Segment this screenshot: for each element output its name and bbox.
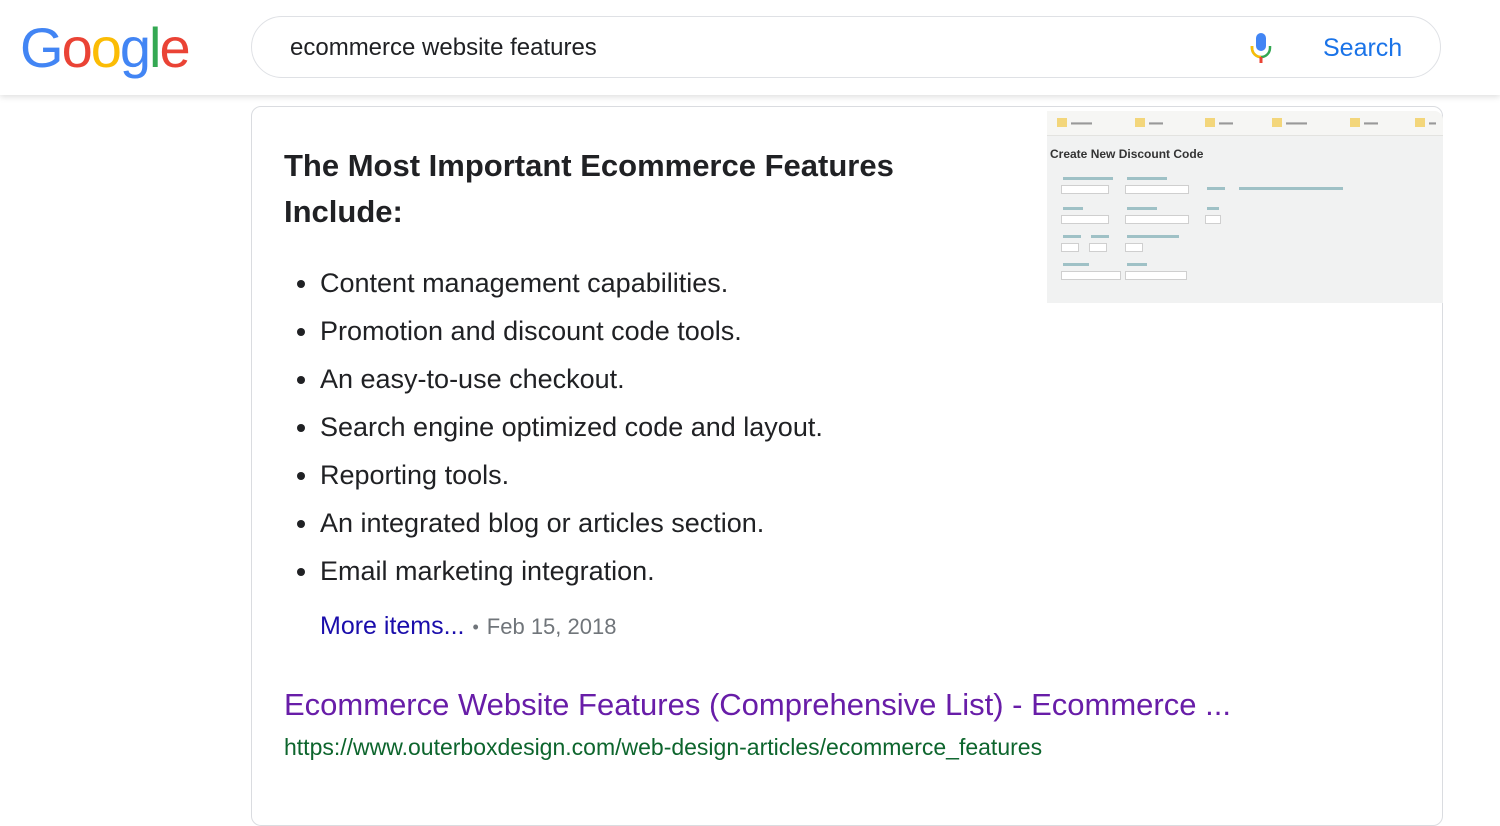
logo-letter: o xyxy=(90,16,122,79)
thumbnail-field xyxy=(1061,185,1109,194)
search-header: Google Search xyxy=(0,0,1500,95)
thumbnail-label xyxy=(1063,235,1081,238)
separator-dot: • xyxy=(472,616,479,637)
thumbnail-field xyxy=(1125,215,1189,224)
thumbnail-field xyxy=(1125,243,1143,252)
thumbnail-label xyxy=(1207,207,1219,210)
thumbnail-nav-tab: ▬▬▬ xyxy=(1272,118,1307,127)
search-box: Search xyxy=(251,16,1441,78)
search-input[interactable] xyxy=(290,34,1190,62)
thumbnail-nav-tab: ▬▬▬ xyxy=(1057,118,1092,127)
logo-letter: o xyxy=(61,16,93,79)
list-item: Content management capabilities. xyxy=(320,259,980,307)
snippet-title: The Most Important Ecommerce Features In… xyxy=(284,148,894,229)
list-item: An integrated blog or articles section. xyxy=(320,499,980,547)
list-item: An easy-to-use checkout. xyxy=(320,355,980,403)
list-item: Search engine optimized code and layout. xyxy=(320,403,980,451)
thumbnail-heading: Create New Discount Code xyxy=(1050,147,1204,161)
thumbnail-nav-tab: ▬ xyxy=(1415,118,1436,127)
thumbnail-label xyxy=(1127,207,1157,210)
publish-date: Feb 15, 2018 xyxy=(486,614,617,639)
thumbnail-label xyxy=(1063,263,1089,266)
result-url: https://www.outerboxdesign.com/web-desig… xyxy=(284,734,1043,760)
thumbnail-label xyxy=(1063,177,1113,180)
list-item: Email marketing integration. xyxy=(320,547,980,595)
snippet-thumbnail[interactable]: ▬▬▬ ▬▬ ▬▬ ▬▬▬ ▬▬ ▬ Create New Discount C… xyxy=(1047,111,1443,303)
google-logo[interactable]: Google xyxy=(20,16,191,80)
thumbnail-field xyxy=(1205,215,1221,224)
featured-snippet-card: The Most Important Ecommerce Features In… xyxy=(251,106,1443,826)
thumbnail-nav-tab: ▬▬ xyxy=(1350,118,1378,127)
thumbnail-label xyxy=(1239,187,1343,190)
search-button[interactable]: Search xyxy=(1323,34,1402,63)
list-item: Reporting tools. xyxy=(320,451,980,499)
thumbnail-nav-tab: ▬▬ xyxy=(1205,118,1233,127)
thumbnail-label xyxy=(1063,207,1083,210)
thumbnail-nav-bar: ▬▬▬ ▬▬ ▬▬ ▬▬▬ ▬▬ ▬ xyxy=(1047,111,1443,136)
thumbnail-field xyxy=(1125,271,1187,280)
logo-letter: g xyxy=(119,16,151,79)
more-items-row: More items... • Feb 15, 2018 xyxy=(320,612,616,641)
thumbnail-label xyxy=(1127,263,1147,266)
logo-letter: e xyxy=(159,16,190,79)
thumbnail-label xyxy=(1127,177,1167,180)
feature-list: Content management capabilities. Promoti… xyxy=(300,259,980,595)
thumbnail-field xyxy=(1061,215,1109,224)
logo-letter: G xyxy=(20,16,64,79)
thumbnail-field xyxy=(1125,185,1189,194)
thumbnail-field xyxy=(1061,271,1121,280)
logo-letter: l xyxy=(149,16,162,79)
more-items-link[interactable]: More items... xyxy=(320,612,464,640)
microphone-icon[interactable] xyxy=(1249,31,1273,67)
thumbnail-label xyxy=(1091,235,1109,238)
thumbnail-nav-tab: ▬▬ xyxy=(1135,118,1163,127)
thumbnail-field xyxy=(1089,243,1107,252)
list-item: Promotion and discount code tools. xyxy=(320,307,980,355)
thumbnail-label xyxy=(1207,187,1225,190)
result-title-link[interactable]: Ecommerce Website Features (Comprehensiv… xyxy=(284,687,1231,723)
thumbnail-label xyxy=(1127,235,1179,238)
thumbnail-field xyxy=(1061,243,1079,252)
